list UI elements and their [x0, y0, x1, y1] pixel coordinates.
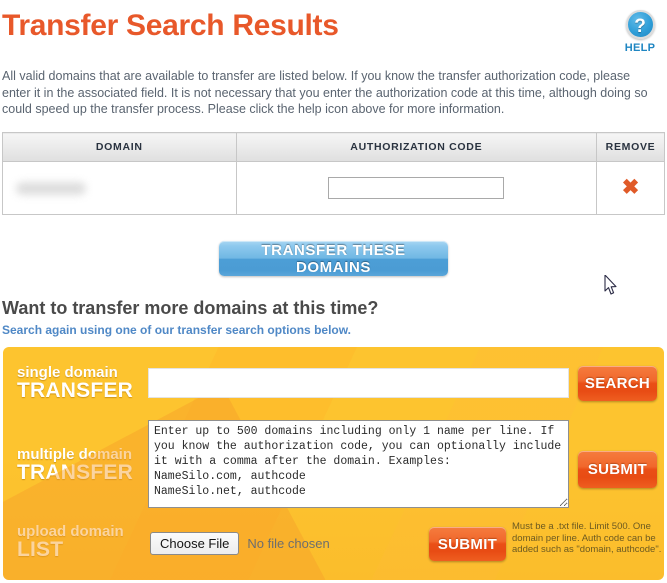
search-again-link[interactable]: Search again using one of our transfer s… — [2, 323, 351, 337]
multiple-domain-textarea[interactable]: Enter up to 500 domains including only 1… — [148, 420, 569, 508]
file-chooser[interactable]: Choose File No file chosen — [150, 532, 330, 555]
upload-list-note: Must be a .txt file. Limit 500. One doma… — [512, 521, 662, 555]
question-mark-icon[interactable]: ? — [625, 10, 655, 39]
table-header-row: DOMAIN AUTHORIZATION CODE REMOVE — [2, 132, 665, 162]
table-row: ✖ — [2, 161, 665, 215]
domain-cell — [2, 161, 237, 215]
domain-name-redacted — [16, 181, 86, 195]
cross-icon[interactable]: ✖ — [622, 177, 640, 198]
multiple-domain-label-big: TRANSFER — [17, 461, 133, 485]
choose-file-button[interactable]: Choose File — [150, 532, 240, 555]
upload-list-label: upload domain LIST — [17, 524, 124, 561]
results-table: DOMAIN AUTHORIZATION CODE REMOVE ✖ — [2, 132, 665, 215]
help-block[interactable]: ? HELP — [618, 10, 662, 54]
no-file-chosen-label: No file chosen — [247, 536, 330, 551]
upload-list-label-small: upload domain — [17, 523, 124, 540]
single-domain-label: single domain TRANSFER — [17, 365, 133, 402]
multiple-domain-label-small: multiple domain — [17, 446, 133, 463]
authorization-code-input[interactable] — [328, 177, 505, 199]
more-domains-heading: Want to transfer more domains at this ti… — [2, 298, 379, 318]
multiple-domain-label: multiple domain TRANSFER — [17, 447, 133, 484]
single-domain-search-input[interactable] — [148, 368, 569, 398]
multiple-domain-submit-button[interactable]: SUBMIT — [578, 451, 657, 488]
column-header-domain: DOMAIN — [2, 132, 237, 162]
page-title: Transfer Search Results — [2, 9, 339, 42]
authorization-code-cell — [236, 161, 598, 215]
single-domain-label-big: TRANSFER — [17, 379, 133, 403]
column-header-remove: REMOVE — [596, 132, 665, 162]
help-label[interactable]: HELP — [618, 42, 662, 54]
single-domain-label-small: single domain — [17, 364, 118, 381]
upload-list-submit-button[interactable]: SUBMIT — [429, 527, 506, 561]
remove-cell: ✖ — [596, 161, 665, 215]
mouse-pointer-icon — [604, 275, 617, 295]
column-header-authorization-code: AUTHORIZATION CODE — [236, 132, 598, 162]
intro-paragraph: All valid domains that are available to … — [2, 69, 648, 116]
transfer-these-domains-button[interactable]: TRANSFER THESE DOMAINS — [219, 241, 448, 276]
single-domain-search-button[interactable]: SEARCH — [578, 366, 657, 401]
upload-list-label-big: LIST — [17, 538, 64, 562]
